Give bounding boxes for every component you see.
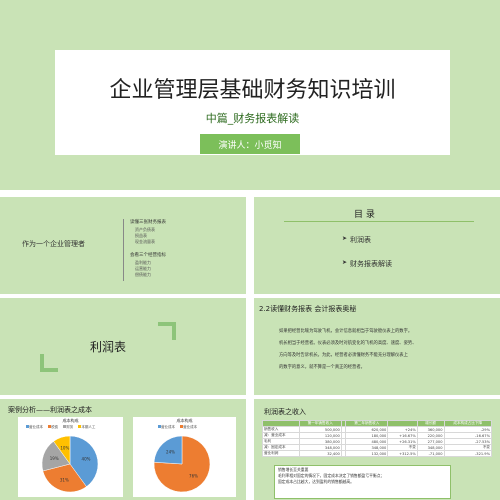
table-cell: 132,000 [345,450,389,457]
slide-manager[interactable]: 作为一个企业管理者 读懂三张财务报表 资产负债表 损益表 现金流量表 会看三个经… [0,197,246,294]
toc-divider [284,221,474,222]
box2-title: 会看三个经营指标 [130,253,166,258]
pie1-legend: 营业成本 税费 财务 本期人工 [26,425,95,430]
report-paragraph: 方向等及时告诉机长。为此，经营者必须懂财务不能充分理解仪表上 [279,353,408,358]
slide-toc[interactable]: 目 录 ➤ 利润表 ➤ 财务报表解读 [254,197,500,294]
legend-swatch [48,425,52,428]
report-text-block: 如果把经营比喻为驾驶飞机，会计信息就相当于驾驶舱仪表上的数字。 机长相当于经营者… [279,326,417,374]
pie-slice-label: 19% [50,456,59,461]
table-row: 营业利润 32,400 132,000 +312.5% -71,000 -321.9% [262,450,492,457]
report-paragraph: 的数字的意义，就不算是一个真正的经营者。 [279,365,365,370]
toc-item-profit[interactable]: 利润表 [350,235,371,245]
table-cell: 营业利润 [262,450,300,457]
presenter-label: 演讲人：小觅知 [218,141,282,151]
slide-cost-case[interactable]: 案例分析——利润表之成本 成本构成 营业成本 税费 财务 本期人工 40% 31%… [0,399,246,500]
pie2-title: 成本构成 [176,418,193,423]
cost-case-title: 案例分析——利润表之成本 [8,406,92,414]
toc-title: 目 录 [354,210,375,220]
pie-slice-label: 10% [60,446,69,451]
legend-swatch [158,425,161,428]
corner-bracket-bottom-left [40,354,58,372]
table-cell: +312.5% [387,450,418,457]
section-label: 利润表 [90,340,127,354]
box1-list: 资产负债表 损益表 现金流量表 [135,227,155,245]
note-line: 固定成本占比越大，达到盈利的销售额越高。 [278,479,354,484]
legend-label: 营业成本 [161,425,175,429]
legend-swatch [78,425,82,428]
toc-item-report[interactable]: 财务报表解读 [350,259,392,269]
bracket-line [123,219,127,281]
legend-label: 营业成本 [29,425,43,429]
box2-item: 偿债能力 [135,272,151,277]
pie2-legend: 营业成本 营业成本 [158,425,197,430]
toc-arrow-icon: ➤ [342,235,348,242]
pie1-chart: 40% 31% 19%10% [41,435,99,493]
report-paragraph: 机长相当于经营者。仪表必须及时对航变化的飞机的高度、速度、姿势、 [279,341,417,346]
table-cell: 32,400 [298,450,342,457]
slide-report-secret[interactable]: 2.2读懂财务报表 会计报表奥秘 如果把经营比喻为驾驶飞机，会计信息就相当于驾驶… [254,298,500,395]
pie-slice-label: 24% [166,449,175,454]
revenue-table: 第一年销售收入 第二年销售收入 增长额 成本构成占比下降 销售收入 500,000 620,… [262,420,492,457]
legend-label: 财务 [66,425,74,429]
table-cell: -71,000 [416,450,445,457]
legend-label: 营业成本 [183,425,198,429]
pie1-title: 成本构成 [62,418,79,423]
slide-revenue[interactable]: 利润表之收入 第一年销售收入 第二年销售收入 增长额 成本构成占比下降 销售收入 500,… [254,399,500,500]
notes-list: 销售增长至关重要 毛利率相对固定的情况下，固定成本决定了销售额盈亏平衡点； 固定… [278,467,384,485]
subtitle: 中篇_财务报表解读 [205,112,300,125]
manager-heading: 作为一个企业管理者 [22,240,85,248]
report-title: 2.2读懂财务报表 会计报表奥秘 [259,305,357,313]
revenue-title: 利润表之收入 [264,408,306,416]
toc-arrow-icon: ➤ [342,259,348,266]
box2-list: 盈利能力 运营能力 偿债能力 [135,260,151,278]
legend-swatch [63,425,67,428]
table-cell: -321.9% [443,450,492,457]
pie-slice-label: 40% [82,456,91,461]
legend-label: 税费 [51,425,59,429]
pie-slice-label: 31% [60,477,69,482]
legend-swatch [180,425,184,428]
pie2-chart: 76% 24% [153,435,211,493]
pie-slice-label: 76% [189,474,198,479]
title-slide[interactable]: 企业管理层基础财务知识培训 中篇_财务报表解读 演讲人：小觅知 [0,0,500,190]
box1-item: 现金流量表 [135,239,155,244]
slide-profit-section[interactable]: 利润表 [0,298,246,395]
corner-bracket-top-right [158,322,176,340]
legend-swatch [26,425,29,428]
main-title: 企业管理层基础财务知识培训 [109,78,396,103]
report-paragraph: 如果把经营比喻为驾驶飞机，会计信息就相当于驾驶舱仪表上的数字。 [279,329,413,334]
box1-title: 读懂三张财务报表 [130,220,166,225]
legend-label: 本期人工 [81,425,96,429]
